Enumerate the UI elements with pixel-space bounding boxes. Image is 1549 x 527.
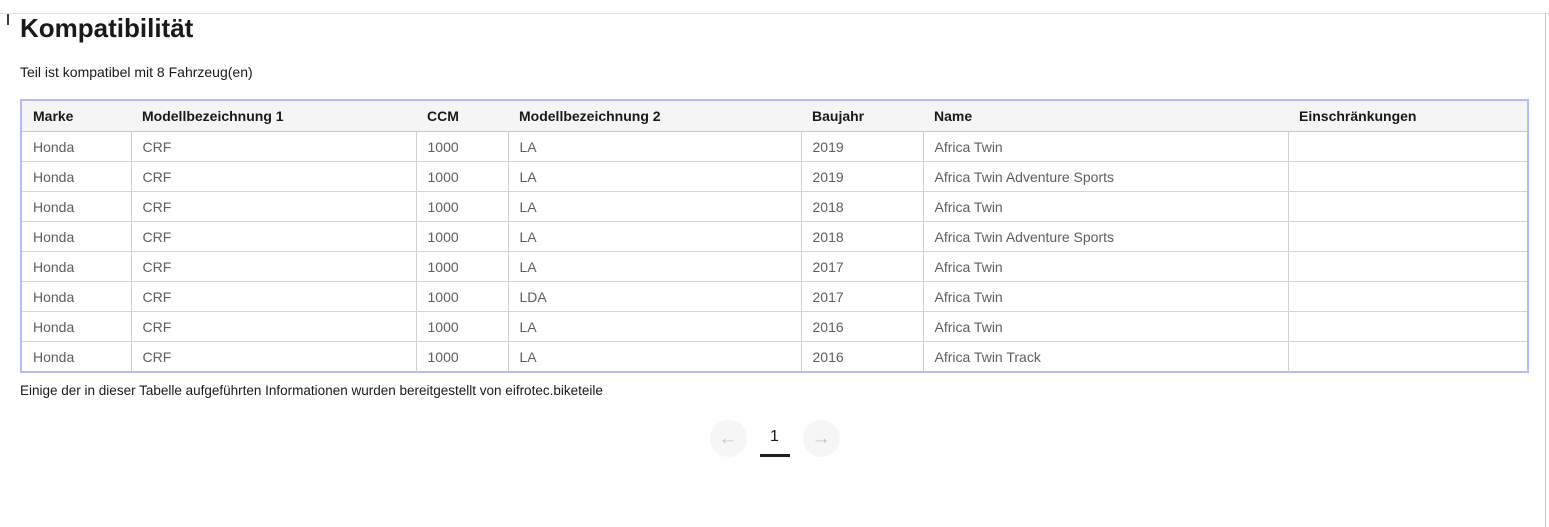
table-cell: Honda	[21, 312, 131, 342]
table-cell: CRF	[131, 282, 416, 312]
table-cell: CRF	[131, 132, 416, 162]
table-row: HondaCRF1000LA2019Africa Twin	[21, 132, 1528, 162]
table-cell: Africa Twin Adventure Sports	[923, 162, 1288, 192]
table-cell: Honda	[21, 252, 131, 282]
compatibility-table: MarkeModellbezeichnung 1CCMModellbezeich…	[20, 99, 1529, 373]
table-cell	[1288, 222, 1528, 252]
table-cell: 2018	[801, 192, 923, 222]
table-cell: 1000	[416, 222, 508, 252]
column-header-1: Modellbezeichnung 1	[131, 100, 416, 132]
compatibility-summary: Teil ist kompatibel mit 8 Fahrzeug(en)	[20, 64, 1549, 80]
table-cell: Honda	[21, 162, 131, 192]
table-cell: LA	[508, 252, 801, 282]
table-cell: CRF	[131, 252, 416, 282]
table-cell: LDA	[508, 282, 801, 312]
table-cell: CRF	[131, 192, 416, 222]
pagination: ← 1 →	[0, 420, 1549, 460]
prev-page-button[interactable]: ←	[710, 420, 747, 457]
page-title: Kompatibilität	[20, 13, 1549, 44]
table-cell: 2017	[801, 282, 923, 312]
table-cell: LA	[508, 192, 801, 222]
table-cell: Africa Twin Track	[923, 342, 1288, 373]
table-cell: 1000	[416, 192, 508, 222]
table-cell: LA	[508, 162, 801, 192]
table-cell	[1288, 312, 1528, 342]
table-cell: LA	[508, 132, 801, 162]
table-cell	[1288, 252, 1528, 282]
table-cell: Honda	[21, 282, 131, 312]
table-cell: LA	[508, 342, 801, 373]
column-header-4: Baujahr	[801, 100, 923, 132]
column-header-3: Modellbezeichnung 2	[508, 100, 801, 132]
table-cell: 1000	[416, 312, 508, 342]
table-cell: 2019	[801, 162, 923, 192]
column-header-2: CCM	[416, 100, 508, 132]
table-cell: Africa Twin	[923, 132, 1288, 162]
table-cell: Honda	[21, 192, 131, 222]
table-cell: CRF	[131, 162, 416, 192]
table-cell: LA	[508, 222, 801, 252]
table-cell: Honda	[21, 342, 131, 373]
table-cell: CRF	[131, 222, 416, 252]
arrow-right-icon: →	[812, 429, 831, 448]
table-cell: Africa Twin	[923, 312, 1288, 342]
table-cell: 2016	[801, 312, 923, 342]
table-cell: 2019	[801, 132, 923, 162]
page-1-button[interactable]: 1	[760, 420, 790, 460]
table-cell: Honda	[21, 222, 131, 252]
table-row: HondaCRF1000LA2016Africa Twin	[21, 312, 1528, 342]
table-cell: 2017	[801, 252, 923, 282]
top-border-line	[0, 13, 1549, 14]
table-cell	[1288, 162, 1528, 192]
arrow-left-icon: ←	[719, 429, 738, 448]
table-cell: 2016	[801, 342, 923, 373]
column-header-0: Marke	[21, 100, 131, 132]
cursor-artifact	[7, 13, 9, 25]
table-row: HondaCRF1000LA2018Africa Twin Adventure …	[21, 222, 1528, 252]
table-cell: CRF	[131, 342, 416, 373]
table-header-row: MarkeModellbezeichnung 1CCMModellbezeich…	[21, 100, 1528, 132]
table-cell	[1288, 132, 1528, 162]
table-cell: 1000	[416, 282, 508, 312]
table-cell	[1288, 192, 1528, 222]
current-page-underline	[760, 454, 790, 457]
table-cell: 1000	[416, 252, 508, 282]
table-cell: Honda	[21, 132, 131, 162]
table-row: HondaCRF1000LA2018Africa Twin	[21, 192, 1528, 222]
table-cell: 1000	[416, 342, 508, 373]
table-cell: Africa Twin	[923, 282, 1288, 312]
table-cell: 1000	[416, 162, 508, 192]
table-cell	[1288, 282, 1528, 312]
table-cell	[1288, 342, 1528, 373]
table-cell: CRF	[131, 312, 416, 342]
page-number: 1	[770, 429, 779, 445]
table-cell: 2018	[801, 222, 923, 252]
table-row: HondaCRF1000LA2016Africa Twin Track	[21, 342, 1528, 373]
table-cell: Africa Twin Adventure Sports	[923, 222, 1288, 252]
next-page-button[interactable]: →	[803, 420, 840, 457]
table-cell: Africa Twin	[923, 252, 1288, 282]
column-header-6: Einschränkungen	[1288, 100, 1528, 132]
table-cell: LA	[508, 312, 801, 342]
column-header-5: Name	[923, 100, 1288, 132]
table-row: HondaCRF1000LDA2017Africa Twin	[21, 282, 1528, 312]
table-row: HondaCRF1000LA2017Africa Twin	[21, 252, 1528, 282]
table-cell: 1000	[416, 132, 508, 162]
right-border-line	[1545, 13, 1546, 527]
table-row: HondaCRF1000LA2019Africa Twin Adventure …	[21, 162, 1528, 192]
table-cell: Africa Twin	[923, 192, 1288, 222]
table-footnote: Einige der in dieser Tabelle aufgeführte…	[20, 383, 1549, 398]
